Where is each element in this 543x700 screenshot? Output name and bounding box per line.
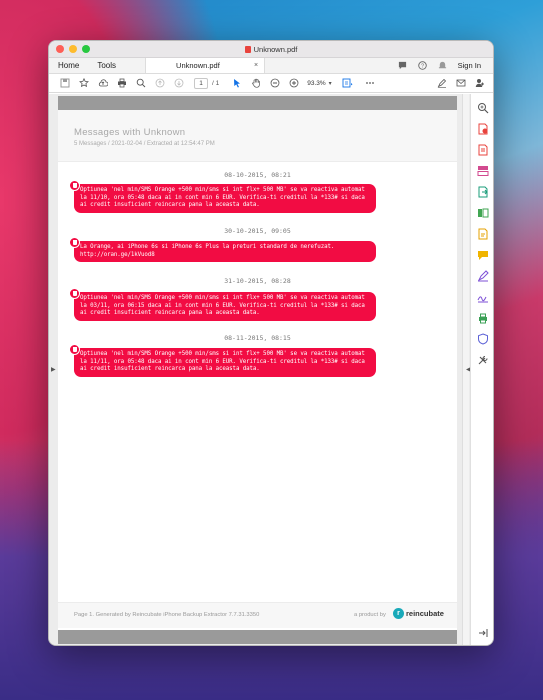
help-icon[interactable]: ?: [417, 61, 427, 70]
fit-page-icon[interactable]: [338, 76, 357, 91]
prev-page-icon[interactable]: [150, 76, 169, 91]
more-tools-icon[interactable]: [477, 353, 489, 365]
upload-icon[interactable]: [93, 76, 112, 91]
svg-text:?: ?: [421, 63, 424, 69]
tab-tools[interactable]: Tools: [88, 58, 125, 73]
message-date: 08-10-2015, 08:21: [224, 171, 291, 179]
combine-files-icon[interactable]: [477, 143, 489, 156]
bookmark-star-icon[interactable]: [74, 76, 93, 91]
sign-icon[interactable]: [432, 76, 451, 91]
trash-icon: [69, 237, 80, 248]
tab-document[interactable]: Unknown.pdf ×: [145, 58, 266, 73]
app-window: Unknown.pdf Home Tools Unknown.pdf × ? S…: [48, 40, 494, 646]
message-bubble: Optiunea 'nel min/SMS Orange +500 min/sm…: [69, 344, 376, 377]
mail-icon[interactable]: [451, 76, 470, 91]
reincubate-logo: r reincubate: [393, 608, 444, 619]
message-bubble: Optiunea 'nel min/SMS Orange +500 min/sm…: [69, 180, 376, 213]
message-text: Optiunea 'nel min/SMS Orange +500 min/sm…: [80, 187, 365, 208]
message-bubble: Optiunea 'nel min/SMS Orange +500 min/sm…: [69, 288, 376, 321]
tools-pane: [470, 94, 493, 645]
next-page-icon[interactable]: [169, 76, 188, 91]
document-viewport[interactable]: ▶ Messages with Unknown 5 Messages / 202…: [49, 94, 493, 645]
document-tab-label: Unknown.pdf: [176, 61, 220, 70]
window-title: Unknown.pdf: [49, 45, 493, 54]
footer-product-text: a product by: [354, 612, 386, 618]
toolbar: 1 / 1 93.3% ▾: [49, 74, 493, 93]
reincubate-logo-mark: r: [393, 608, 404, 619]
sticky-note-icon[interactable]: [477, 248, 489, 260]
trash-icon: [69, 180, 80, 191]
zoom-out-icon[interactable]: [265, 76, 284, 91]
edit-pdf-icon[interactable]: [477, 206, 489, 218]
tab-home[interactable]: Home: [49, 58, 88, 73]
footer-generator-text: Page 1. Generated by Reincubate iPhone B…: [74, 612, 260, 618]
title-bar: Unknown.pdf: [49, 41, 493, 58]
zoom-level[interactable]: 93.3%: [307, 80, 325, 87]
document-subtitle: 5 Messages / 2021-02-04 / Extracted at 1…: [74, 141, 215, 147]
sign-in-button[interactable]: Sign In: [458, 61, 481, 70]
comment-tool-icon[interactable]: [477, 227, 489, 240]
document-footer: Page 1. Generated by Reincubate iPhone B…: [58, 602, 457, 628]
tab-bar: Home Tools Unknown.pdf × ? Sign In: [49, 58, 493, 74]
scan-print-icon[interactable]: [477, 311, 489, 324]
message-text: La Orange, ai iPhone 6s si iPhone 6s Plu…: [80, 244, 335, 258]
message-date: 31-10-2015, 08:28: [224, 277, 291, 285]
zoom-dropdown-icon[interactable]: ▾: [329, 80, 332, 87]
hand-icon[interactable]: [246, 76, 265, 91]
send-for-signature-icon[interactable]: [477, 290, 489, 303]
document-title: Messages with Unknown: [74, 127, 186, 138]
save-icon[interactable]: [55, 76, 74, 91]
page-total: / 1: [212, 79, 220, 87]
message-bubble: La Orange, ai iPhone 6s si iPhone 6s Plu…: [69, 237, 376, 262]
more-icon[interactable]: [361, 76, 380, 91]
cursor-icon[interactable]: [227, 76, 246, 91]
zoom-tool-icon[interactable]: [477, 101, 489, 114]
chat-icon[interactable]: [398, 61, 407, 70]
organize-pages-icon[interactable]: [477, 164, 489, 176]
share-user-icon[interactable]: [470, 76, 489, 91]
pdf-page: Messages with Unknown 5 Messages / 2021-…: [58, 96, 457, 644]
protect-shield-icon[interactable]: [477, 332, 489, 345]
zoom-search-icon[interactable]: [131, 76, 150, 91]
create-pdf-icon[interactable]: [477, 122, 489, 135]
pdf-icon: [244, 46, 251, 53]
bell-icon[interactable]: [438, 61, 447, 70]
expand-left-panel-icon[interactable]: ▶: [51, 366, 56, 373]
export-pdf-icon[interactable]: [477, 185, 489, 198]
fill-sign-icon[interactable]: [477, 269, 489, 282]
close-icon[interactable]: ×: [254, 62, 258, 69]
collapse-tools-icon[interactable]: [477, 626, 489, 638]
zoom-in-icon[interactable]: [284, 76, 303, 91]
trash-icon: [69, 344, 80, 355]
message-text: Optiunea 'nel min/SMS Orange +500 min/sm…: [80, 351, 365, 372]
message-date: 30-10-2015, 09:05: [224, 227, 291, 235]
message-date: 08-11-2015, 08:15: [224, 334, 291, 342]
message-text: Optiunea 'nel min/SMS Orange +500 min/sm…: [80, 295, 365, 316]
page-number-input[interactable]: 1: [194, 77, 208, 89]
print-icon[interactable]: [112, 76, 131, 91]
document-header: Messages with Unknown 5 Messages / 2021-…: [58, 110, 457, 162]
trash-icon: [69, 288, 80, 299]
